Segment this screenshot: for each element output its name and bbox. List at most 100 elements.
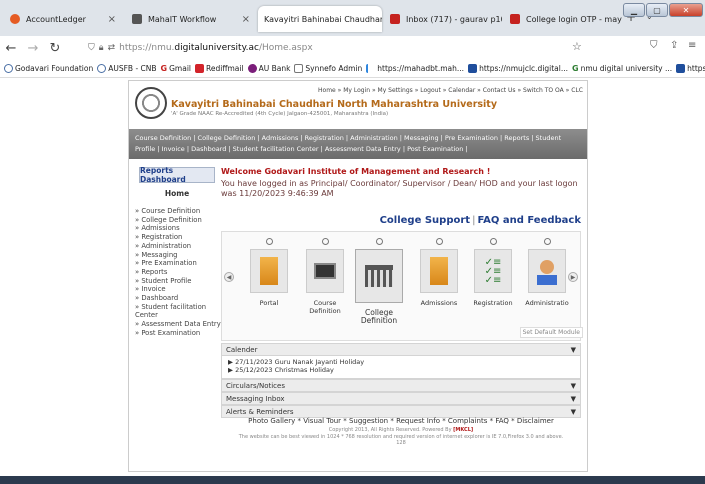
chevron-down-icon[interactable]: ▼ <box>571 380 576 392</box>
share-icon[interactable]: ⇪ <box>670 40 678 51</box>
circulars-panel-header[interactable]: Circulars/Notices ▼ <box>221 379 581 392</box>
sidebar-item-post-examination[interactable]: » Post Examination <box>135 329 223 338</box>
radio-icon[interactable] <box>489 238 497 245</box>
os-taskbar <box>0 476 705 484</box>
module-course-definition[interactable]: Course Definition <box>298 238 352 334</box>
menu-icon[interactable]: ≡ <box>688 40 696 51</box>
sidebar-item-messaging[interactable]: » Messaging <box>135 251 223 260</box>
close-window-icon[interactable]: ✕ <box>669 3 703 17</box>
radio-icon[interactable] <box>321 238 329 245</box>
calendar-event[interactable]: ▶ 25/12/2023 Christmas Holiday <box>228 366 574 374</box>
module-portal[interactable]: Portal <box>242 238 296 334</box>
module-admissions[interactable]: Admissions <box>412 238 466 334</box>
computer-icon <box>306 249 344 293</box>
window-controls: ▁ ▢ ✕ <box>623 3 703 17</box>
sidebar-item-pre-examination[interactable]: » Pre Examination <box>135 259 223 268</box>
carousel-left-arrow-icon[interactable]: ◀ <box>224 272 234 282</box>
module-administration[interactable]: Administratio <box>520 238 574 334</box>
back-icon[interactable]: ← <box>0 41 22 56</box>
set-default-module-button[interactable]: Set Default Module <box>519 327 583 338</box>
radio-icon[interactable] <box>435 238 443 245</box>
folder-icon <box>420 249 458 293</box>
footer-links[interactable]: Photo Gallery * Visual Tour * Suggestion… <box>221 417 581 425</box>
calendar-panel-body: ▶ 27/11/2023 Guru Nanak Jayanti Holiday … <box>221 355 581 379</box>
messaging-panel-header[interactable]: Messaging Inbox ▼ <box>221 392 581 405</box>
nmu-icon <box>468 64 478 73</box>
main-menu[interactable]: Course Definition | College Definition |… <box>129 129 587 159</box>
checklist-icon: ✓≡ ✓≡ ✓≡ <box>474 249 512 293</box>
bookmark-item[interactable]: Rediffmail <box>195 64 244 73</box>
bookmark-star-icon[interactable]: ☆ <box>572 40 582 53</box>
chevron-down-icon[interactable]: ▼ <box>571 393 576 405</box>
nmu-icon <box>676 64 686 73</box>
radio-icon[interactable] <box>265 238 273 245</box>
close-icon[interactable]: × <box>102 14 116 25</box>
top-links[interactable]: Home » My Login » My Settings » Logout »… <box>318 87 583 94</box>
module-registration[interactable]: ✓≡ ✓≡ ✓≡ Registration <box>466 238 520 334</box>
shield-icon[interactable]: ⛉ <box>88 43 95 53</box>
sidebar-item-student-profile[interactable]: » Student Profile <box>135 277 223 286</box>
support-links: College Support | FAQ and Feedback <box>380 215 581 226</box>
bookmark-item[interactable]: AU Bank <box>247 64 290 73</box>
au-bank-icon <box>247 64 257 73</box>
tab-college-login-otp[interactable]: College login OTP - mayur24 × <box>504 6 622 32</box>
lock-icon[interactable]: 🔒︎ <box>99 43 104 53</box>
bookmark-item[interactable]: https://nmujclc.digital... <box>468 64 568 73</box>
faq-feedback-link[interactable]: FAQ and Feedback <box>477 215 581 226</box>
sidebar-home[interactable]: Home <box>139 189 215 198</box>
mkcl-link[interactable]: [MKCL] <box>453 427 473 433</box>
college-support-link[interactable]: College Support <box>380 215 471 226</box>
sidebar-item-dashboard[interactable]: » Dashboard <box>135 294 223 303</box>
sidebar-item-administration[interactable]: » Administration <box>135 242 223 251</box>
module-label: Course Definition <box>309 299 341 315</box>
tab-accountledger[interactable]: AccountLedger × <box>4 6 122 32</box>
site-container: Kavayitri Bahinabai Chaudhari North Maha… <box>128 80 588 472</box>
panel-title: Messaging Inbox <box>226 395 285 403</box>
tab-kbcnmu[interactable]: Kavayitri Bahinabai Chaudhari Nor × <box>258 6 382 32</box>
radio-icon[interactable] <box>375 238 383 245</box>
url-host: digitaluniversity.ac <box>174 43 259 53</box>
sidebar-item-college-definition[interactable]: » College Definition <box>135 216 223 225</box>
sidebar-item-invoice[interactable]: » Invoice <box>135 285 223 294</box>
portal-icon <box>250 249 288 293</box>
tab-mahait-workflow[interactable]: MahaIT Workflow × <box>126 6 256 32</box>
bookmark-item[interactable]: AUSFB - CNB <box>97 64 157 73</box>
close-icon[interactable]: × <box>236 14 250 25</box>
module-college-definition[interactable]: College Definition <box>352 238 406 334</box>
module-label: Portal <box>259 299 279 307</box>
bookmark-item[interactable]: Synnefo Admin <box>294 64 362 73</box>
forward-icon[interactable]: → <box>22 41 44 56</box>
tab-inbox[interactable]: Inbox (717) - gaurav p1092@g × <box>384 6 502 32</box>
sidebar-item-registration[interactable]: » Registration <box>135 233 223 242</box>
permissions-icon[interactable]: ⇄ <box>108 43 116 53</box>
sidebar: Reports Dashboard Home » Course Definiti… <box>129 161 221 453</box>
radio-icon[interactable] <box>543 238 551 245</box>
url-path: /Home.aspx <box>258 43 313 53</box>
bookmark-item[interactable]: https://smtdclc.digital... <box>676 64 705 73</box>
reload-icon[interactable]: ↻ <box>44 41 66 56</box>
page-viewport: Kavayitri Bahinabai Chaudhari North Maha… <box>0 78 705 476</box>
reports-dashboard-button[interactable]: Reports Dashboard <box>139 166 215 184</box>
university-logo[interactable] <box>135 87 167 119</box>
sidebar-item-admissions[interactable]: » Admissions <box>135 224 223 233</box>
bookmarks-toolbar: Godavari Foundation AUSFB - CNB G Gmail R… <box>0 60 705 78</box>
calendar-event[interactable]: ▶ 27/11/2023 Guru Nanak Jayanti Holiday <box>228 358 574 366</box>
sidebar-item-student-facilitation[interactable]: » Student facilitation Center <box>135 303 223 320</box>
gmail-icon <box>510 14 520 24</box>
bookmark-icon <box>4 64 13 73</box>
minimize-icon[interactable]: ▁ <box>623 3 645 17</box>
hit-counter: 128 <box>396 440 406 446</box>
bookmark-item[interactable]: Gnmu digital university ... <box>572 64 672 73</box>
tab-label: Inbox (717) - gaurav p1092@g <box>406 14 502 24</box>
bookmark-item[interactable]: Godavari Foundation <box>4 64 93 73</box>
sidebar-item-reports[interactable]: » Reports <box>135 268 223 277</box>
maximize-icon[interactable]: ▢ <box>646 3 668 17</box>
url-scheme: https://nmu. <box>119 43 175 53</box>
pocket-icon[interactable]: ⛉ <box>650 40 658 51</box>
site-header: Kavayitri Bahinabai Chaudhari North Maha… <box>129 81 587 127</box>
bookmark-item[interactable]: G Gmail <box>161 64 191 73</box>
url-bar[interactable]: ⛉ 🔒︎ ⇄ https://nmu. digitaluniversity.ac /… <box>88 40 588 56</box>
bookmark-item[interactable]: https://mahadbt.mah... <box>366 64 464 73</box>
sidebar-item-assessment-data-entry[interactable]: » Assessment Data Entry <box>135 320 223 329</box>
sidebar-item-course-definition[interactable]: » Course Definition <box>135 207 223 216</box>
